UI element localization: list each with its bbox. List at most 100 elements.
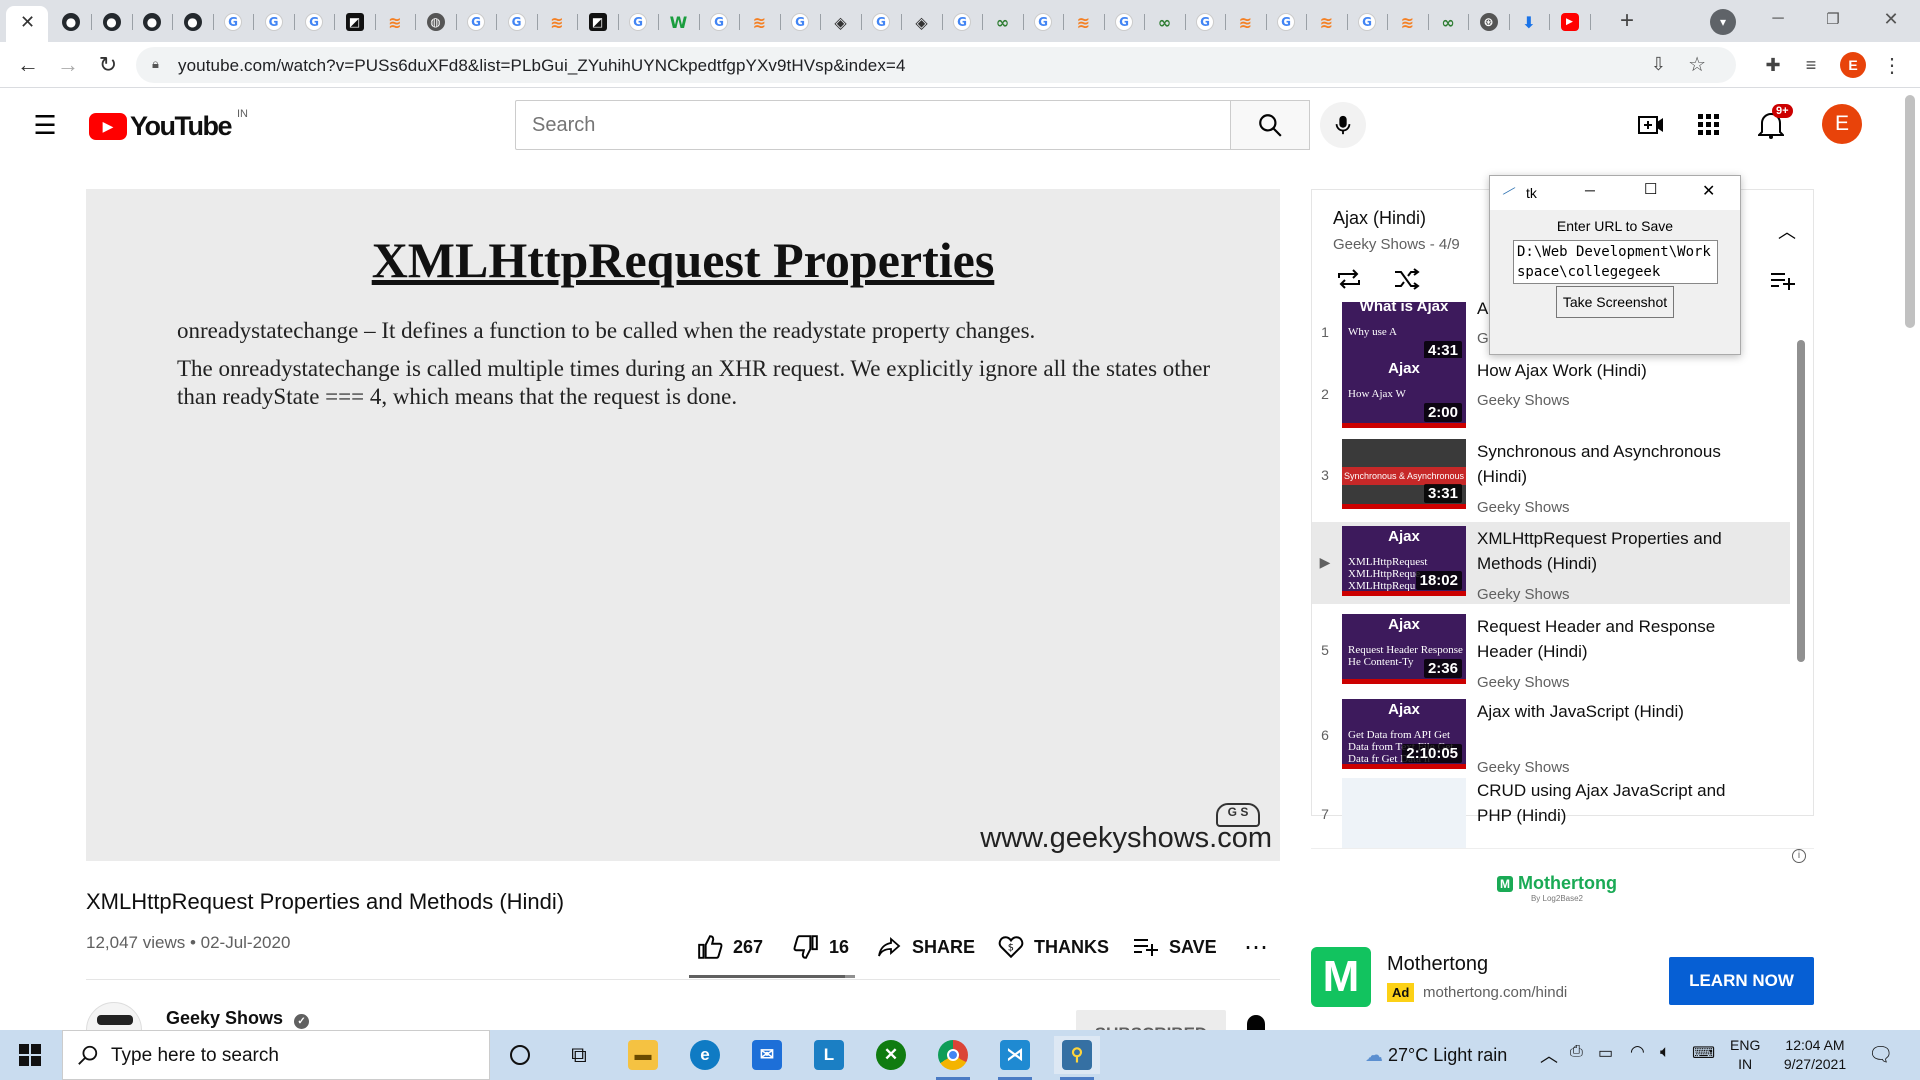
playlist-item[interactable]: ▶ Ajax XMLHttpRequest XMLHttpReque XMLHttp… <box>1312 522 1790 604</box>
extensions-puzzle-icon[interactable]: ✚ <box>1758 50 1788 80</box>
dislike-button[interactable]: 16 <box>793 930 849 964</box>
l-app-icon[interactable]: L <box>806 1036 852 1074</box>
windows-start-icon[interactable] <box>10 1038 50 1072</box>
browser-tab-diamond[interactable]: ◈ <box>906 8 938 36</box>
close-icon[interactable]: ✕ <box>20 12 35 33</box>
playlist-item[interactable]: 5 Ajax Request Header Response He Content-… <box>1312 610 1790 692</box>
notification-center-icon[interactable]: 🗨︎ <box>1868 1042 1893 1067</box>
browser-tab-google[interactable]: G <box>703 8 735 36</box>
browser-tab-google[interactable]: G <box>298 8 330 36</box>
apps-grid-icon[interactable] <box>1692 108 1726 142</box>
browser-tab-google[interactable]: G <box>258 8 290 36</box>
playlist-item-thumbnail[interactable]: Ajax Get Data from API Get Data from Text… <box>1342 699 1466 769</box>
loop-playlist-icon[interactable] <box>1332 264 1366 294</box>
ad-app-icon[interactable]: M <box>1311 947 1371 1007</box>
youtube-logo[interactable]: ▶ YouTube IN <box>89 108 248 141</box>
task-view-icon[interactable]: ⧉ <box>556 1036 602 1074</box>
browser-tab-square-app[interactable]: ◩ <box>339 8 371 36</box>
active-tab[interactable]: ✕ <box>6 6 48 42</box>
browser-tab-w-app[interactable]: W <box>663 8 695 36</box>
browser-tab-youtube[interactable]: ▶ <box>1554 8 1586 36</box>
taskbar-clock[interactable]: 12:04 AM 9/27/2021 <box>1770 1036 1860 1074</box>
browser-tab-stack-overflow[interactable]: ≋ <box>541 8 573 36</box>
browser-tab-stack-overflow[interactable]: ≋ <box>1392 8 1424 36</box>
wifi-icon[interactable]: ◠ <box>1630 1042 1645 1062</box>
minimize-button[interactable]: ─ <box>1760 4 1796 34</box>
tk-maximize-button[interactable]: ☐ <box>1644 180 1657 198</box>
file-explorer-icon[interactable]: ▬ <box>620 1036 666 1074</box>
new-tab-button[interactable]: + <box>1610 6 1644 36</box>
playlist-item[interactable]: 2 Ajax How Ajax W 2:00 How Ajax Work (Hindi)… <box>1312 354 1790 436</box>
back-arrow-icon[interactable]: ← <box>12 50 44 80</box>
collapse-chevron-up-icon[interactable]: ︿ <box>1772 216 1802 246</box>
browser-tab-google[interactable]: G <box>1027 8 1059 36</box>
tk-titlebar[interactable]: ⟋ tk ─ ☐ ✕ <box>1490 176 1740 210</box>
playlist-item-title[interactable]: CRUD using Ajax JavaScript and PHP (Hind… <box>1477 778 1727 828</box>
python-app-icon[interactable]: ⚲ <box>1054 1036 1100 1080</box>
browser-tab-google[interactable]: G <box>217 8 249 36</box>
address-bar[interactable]: 🔒︎ youtube.com/watch?v=PUSs6duXFd8&list=… <box>136 47 1736 83</box>
browser-tab-infinity[interactable]: ∞ <box>1149 8 1181 36</box>
browser-tab-stack-overflow[interactable]: ≋ <box>379 8 411 36</box>
ad-info-icon[interactable]: i <box>1792 849 1806 863</box>
channel-name[interactable]: Geeky Shows ✓ <box>166 1008 310 1029</box>
chrome-icon[interactable] <box>930 1036 976 1080</box>
create-video-icon[interactable] <box>1634 108 1668 142</box>
close-window-button[interactable]: ✕ <box>1873 4 1909 34</box>
take-screenshot-button[interactable]: Take Screenshot <box>1556 286 1674 318</box>
xbox-icon[interactable]: ✕ <box>868 1036 914 1074</box>
share-button[interactable]: SHARE <box>876 930 975 964</box>
bookmark-star-icon[interactable]: ☆ <box>1688 52 1706 77</box>
more-actions-icon[interactable]: ⋯ <box>1244 930 1268 964</box>
save-button[interactable]: SAVE <box>1133 930 1217 964</box>
search-button[interactable] <box>1230 100 1310 150</box>
playlist-item-title[interactable]: Synchronous and Asynchronous (Hindi) <box>1477 439 1727 489</box>
playlist-item-thumbnail[interactable]: Ajax How Ajax W 2:00 <box>1342 358 1466 428</box>
save-playlist-icon[interactable] <box>1766 266 1800 296</box>
playlist-scrollbar[interactable] <box>1797 340 1805 662</box>
volume-icon[interactable]: 🔈︎ <box>1660 1042 1670 1062</box>
mail-icon[interactable]: ✉ <box>744 1036 790 1074</box>
playlist-item-thumbnail[interactable]: Synchronous & Asynchronous 3:31 <box>1342 439 1466 509</box>
taskbar-weather[interactable]: ☁ 27°C Light rain <box>1365 1045 1507 1066</box>
show-hidden-icons-chevron-icon[interactable]: ︿ <box>1540 1042 1558 1068</box>
tk-url-textbox[interactable]: D:\Web Development\Workspace\collegegeek <box>1513 240 1718 284</box>
playlist-item-thumbnail[interactable]: Ajax Request Header Response He Content-T… <box>1342 614 1466 684</box>
browser-tab-stack-overflow[interactable]: ≋ <box>1230 8 1262 36</box>
browser-tab-github[interactable]: ● <box>177 8 209 36</box>
browser-tab-google[interactable]: G <box>1189 8 1221 36</box>
shuffle-icon[interactable] <box>1390 264 1424 294</box>
browser-tab-google[interactable]: G <box>784 8 816 36</box>
video-player[interactable]: XMLHttpRequest Properties onreadystatech… <box>86 189 1280 861</box>
tk-close-button[interactable]: ✕ <box>1702 181 1715 201</box>
browser-tab-google[interactable]: G <box>501 8 533 36</box>
keyboard-icon[interactable]: ⌨ <box>1692 1043 1715 1063</box>
browser-tab-google[interactable]: G <box>622 8 654 36</box>
ad-url[interactable]: mothertong.com/hindi <box>1423 984 1567 1001</box>
playlist-item-title[interactable]: How Ajax Work (Hindi) <box>1477 358 1727 383</box>
playlist-item-thumbnail[interactable]: Ajax XMLHttpRequest XMLHttpReque XMLHttpR… <box>1342 526 1466 596</box>
notifications-bell-icon[interactable]: 9+ <box>1752 104 1793 144</box>
playlist-item-title[interactable]: Ajax with JavaScript (Hindi) <box>1477 699 1727 724</box>
browser-tab-stack-overflow[interactable]: ≋ <box>1068 8 1100 36</box>
notification-bell-icon[interactable] <box>1243 1012 1269 1032</box>
hamburger-menu-icon[interactable]: ☰ <box>28 108 62 142</box>
page-scrollbar[interactable] <box>1905 95 1915 328</box>
tab-search-icon[interactable]: ▾ <box>1710 9 1736 35</box>
search-box[interactable] <box>515 100 1231 150</box>
learn-now-button[interactable]: LEARN NOW <box>1669 957 1814 1005</box>
device-icon[interactable]: ⎙ <box>1570 1043 1583 1061</box>
browser-tab-github[interactable]: ● <box>55 8 87 36</box>
playlist-item-title[interactable]: XMLHttpRequest Properties and Methods (H… <box>1477 526 1727 576</box>
browser-tab-google[interactable]: G <box>1108 8 1140 36</box>
install-icon[interactable]: ⇩ <box>1651 54 1666 75</box>
search-input[interactable] <box>516 101 1230 149</box>
ad-banner[interactable]: i M Mothertong By Log2Base2 <box>1311 848 1814 928</box>
browser-tab-github[interactable]: ● <box>96 8 128 36</box>
browser-tab-globe[interactable]: ◍ <box>420 8 452 36</box>
browser-tab-google[interactable]: G <box>1270 8 1302 36</box>
vscode-icon[interactable]: ⋊ <box>992 1036 1038 1080</box>
url-text[interactable]: youtube.com/watch?v=PUSs6duXFd8&list=PLb… <box>178 56 906 76</box>
browser-tab-google[interactable]: G <box>865 8 897 36</box>
playlist-item-title[interactable]: Request Header and Response Header (Hind… <box>1477 614 1727 664</box>
